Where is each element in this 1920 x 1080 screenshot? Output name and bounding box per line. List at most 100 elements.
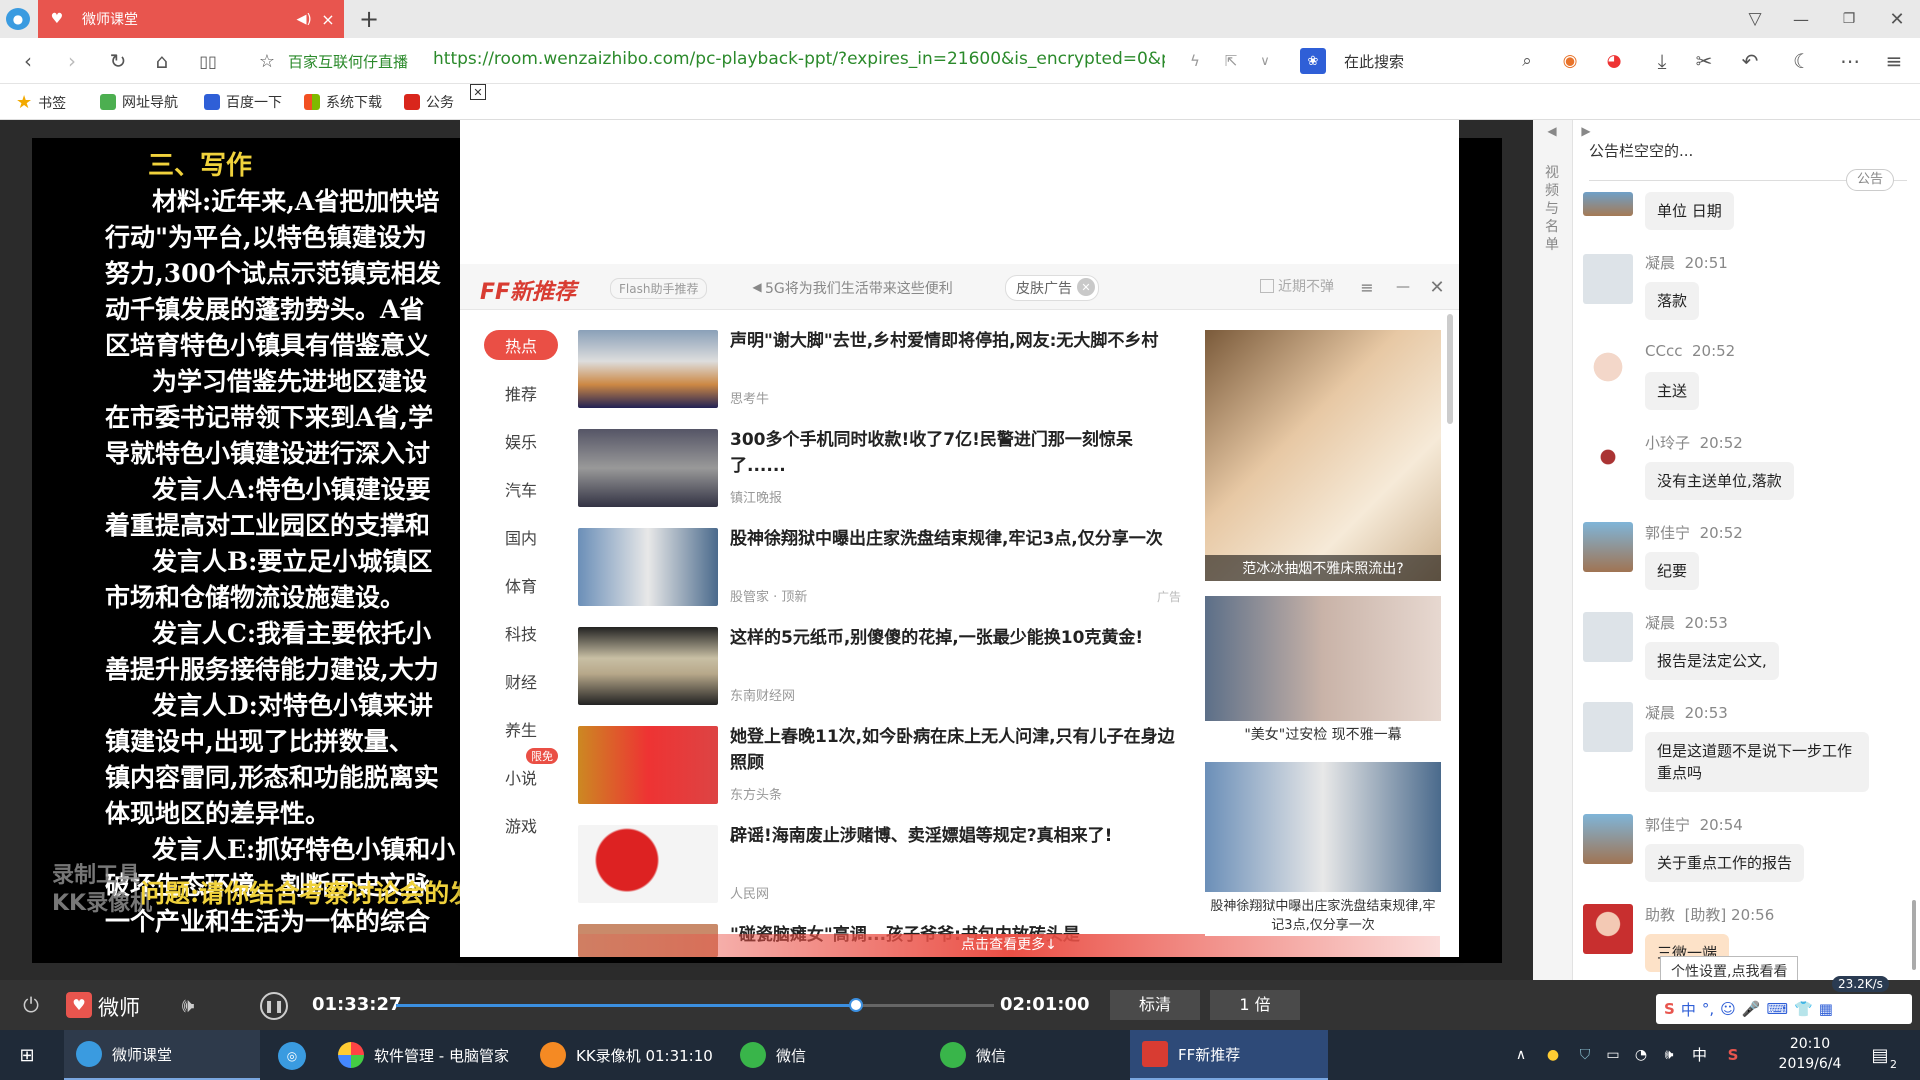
side-ad[interactable]: "美女"过安检 现不雅一幕: [1205, 596, 1441, 747]
volume-tray-icon[interactable]: 🕪: [1658, 1044, 1680, 1066]
news-thumbnail[interactable]: [578, 528, 718, 606]
category-domestic[interactable]: 国内: [484, 522, 558, 552]
weibo-icon[interactable]: ◕: [1600, 48, 1628, 74]
search-icon[interactable]: ⌕: [1514, 48, 1540, 74]
category-recommend[interactable]: 推荐: [484, 378, 558, 408]
skin-ad-button[interactable]: 皮肤广告 ✕: [1005, 275, 1099, 301]
category-novel[interactable]: 小说: [484, 762, 558, 792]
windows-start-icon[interactable]: ⊞: [14, 1042, 40, 1068]
tab-weishi[interactable]: ♥ 微师课堂 ◀) ×: [38, 0, 344, 38]
bookmark-sysdl[interactable]: 系统下载: [304, 92, 382, 112]
pause-icon[interactable]: ❚❚: [260, 992, 288, 1020]
search-input[interactable]: 在此搜索: [1344, 51, 1504, 72]
task-software-manager[interactable]: 软件管理 - 电脑管家: [326, 1030, 522, 1080]
favorite-star-icon[interactable]: ☆: [254, 48, 280, 74]
task-wechat-1[interactable]: 微信: [728, 1030, 924, 1080]
scissors-icon[interactable]: ✂: [1690, 48, 1718, 74]
tray-chevron-icon[interactable]: ∧: [1510, 1044, 1532, 1066]
close-circle-icon[interactable]: ✕: [1077, 278, 1095, 296]
category-hot[interactable]: 热点: [484, 330, 558, 360]
progress-knob[interactable]: [849, 998, 863, 1012]
category-auto[interactable]: 汽车: [484, 474, 558, 504]
news-thumbnail[interactable]: [578, 429, 718, 507]
popup-marquee[interactable]: 5G将为我们生活带来这些便利: [765, 278, 953, 298]
notice-badge[interactable]: 公告: [1846, 169, 1894, 191]
close-box-icon[interactable]: ✕: [470, 84, 486, 100]
new-tab-button[interactable]: +: [354, 4, 384, 34]
share-icon[interactable]: ⇱: [1220, 48, 1242, 74]
side-ad[interactable]: 范冰冰抽烟不雅床照流出?: [1205, 330, 1441, 581]
browser-logo-icon[interactable]: ●: [6, 8, 30, 30]
minimize-icon[interactable]: —: [1788, 6, 1814, 32]
side-ad[interactable]: 股神徐翔狱中曝出庄家洗盘结束规律,牢记3点,仅分享一次: [1205, 762, 1441, 936]
speed-button[interactable]: 1 倍: [1210, 990, 1300, 1020]
undo-icon[interactable]: ↶: [1736, 48, 1764, 74]
news-title[interactable]: 声明"谢大脚"去世,乡村爱情即将停拍,网友:无大脚不乡村: [730, 328, 1185, 354]
more-bar[interactable]: 点击查看更多↓: [578, 934, 1440, 957]
category-sports[interactable]: 体育: [484, 570, 558, 600]
menu-icon[interactable]: ≡: [1880, 48, 1908, 74]
bookmark-star[interactable]: ★ 书签: [16, 92, 66, 113]
category-finance[interactable]: 财经: [484, 666, 558, 696]
shield-icon[interactable]: ⛉: [1574, 1044, 1596, 1066]
news-thumbnail[interactable]: [578, 627, 718, 705]
speaker-icon[interactable]: ◀): [294, 9, 314, 29]
browser-icon[interactable]: ◎: [278, 1042, 306, 1070]
news-thumbnail[interactable]: [578, 825, 718, 903]
task-weishi[interactable]: 微师课堂: [64, 1030, 260, 1080]
download-icon[interactable]: ⤓: [1648, 48, 1676, 74]
refresh-icon[interactable]: ↻: [104, 48, 132, 74]
wifi-icon[interactable]: ◔: [1630, 1044, 1652, 1066]
chrome-tray-icon[interactable]: ●: [1542, 1044, 1564, 1066]
news-title[interactable]: 300多个手机同时收款!收了7亿!民警进门那一刻惊呆了......: [730, 427, 1185, 479]
task-ff[interactable]: FF新推荐: [1130, 1030, 1328, 1080]
lightning-icon[interactable]: ϟ: [1184, 48, 1206, 74]
news-title[interactable]: 她登上春晚11次,如今卧病在床上无人问津,只有儿子在身边照顾: [730, 724, 1185, 776]
popup-scrollbar[interactable]: [1447, 314, 1453, 424]
forward-icon[interactable]: ›: [58, 48, 86, 74]
tab-video-list[interactable]: 视频与名单: [1543, 164, 1561, 254]
ime-indicator[interactable]: 中: [1692, 1044, 1707, 1065]
power-icon[interactable]: ⏻: [18, 992, 44, 1018]
scrollbar[interactable]: [1912, 900, 1916, 970]
shirt-icon[interactable]: ▽: [1742, 6, 1768, 32]
battery-icon[interactable]: ▭: [1602, 1044, 1624, 1066]
bookmark-gov[interactable]: 公务: [404, 92, 454, 112]
volume-icon[interactable]: 🕪: [174, 992, 202, 1018]
popup-minimize-icon[interactable]: —: [1392, 276, 1414, 298]
category-tech[interactable]: 科技: [484, 618, 558, 648]
ime-toolbar[interactable]: S 中 °, ☺ 🎤 ⌨ 👕 ▦: [1656, 994, 1912, 1024]
news-title[interactable]: 辟谣!海南废止涉赌博、卖淫嫖娼等规定?真相来了!: [730, 823, 1185, 849]
home-icon[interactable]: ⌂: [148, 48, 176, 74]
chevron-down-icon[interactable]: ∨: [1254, 48, 1276, 74]
news-title[interactable]: 股神徐翔狱中曝出庄家洗盘结束规律,牢记3点,仅分享一次: [730, 526, 1185, 552]
category-entertainment[interactable]: 娱乐: [484, 426, 558, 456]
more-icon[interactable]: ⋯: [1836, 48, 1864, 74]
panel-next-icon[interactable]: ▶: [1577, 122, 1595, 140]
quality-button[interactable]: 标清: [1110, 990, 1200, 1020]
clock[interactable]: 20:10 2019/6/4: [1770, 1034, 1850, 1074]
popup-close-icon[interactable]: ✕: [1426, 276, 1448, 298]
news-thumbnail[interactable]: [578, 330, 718, 408]
no-remind-checkbox[interactable]: 近期不弹: [1260, 276, 1334, 296]
tab-close-icon[interactable]: ×: [318, 9, 338, 29]
news-title[interactable]: 这样的5元纸币,别傻傻的花掉,一张最少能换10克黄金!: [730, 625, 1185, 651]
panel-prev-icon[interactable]: ◀: [1543, 122, 1561, 140]
window-close-icon[interactable]: ✕: [1884, 6, 1910, 32]
popup-menu-icon[interactable]: ≡: [1356, 276, 1378, 298]
category-games[interactable]: 游戏: [484, 810, 558, 840]
reader-icon[interactable]: ▯▯: [194, 48, 222, 74]
bookmark-baidu[interactable]: 百度一下: [204, 92, 282, 112]
bookmark-nav[interactable]: 网址导航: [100, 92, 178, 112]
category-health[interactable]: 养生: [484, 714, 558, 744]
game-icon[interactable]: ◉: [1556, 48, 1584, 74]
task-wechat-2[interactable]: 微信: [928, 1030, 1124, 1080]
news-thumbnail[interactable]: [578, 726, 718, 804]
baidu-paw-icon[interactable]: ❀: [1300, 48, 1326, 74]
night-mode-icon[interactable]: ☾: [1788, 48, 1816, 74]
back-icon[interactable]: ‹: [14, 48, 42, 74]
url-field[interactable]: https://room.wenzaizhibo.com/pc-playback…: [433, 49, 1165, 69]
restore-icon[interactable]: ❐: [1836, 6, 1862, 32]
sogou-tray-icon[interactable]: S: [1722, 1044, 1744, 1066]
task-kk-recorder[interactable]: KK录像机 01:31:10: [528, 1030, 728, 1080]
